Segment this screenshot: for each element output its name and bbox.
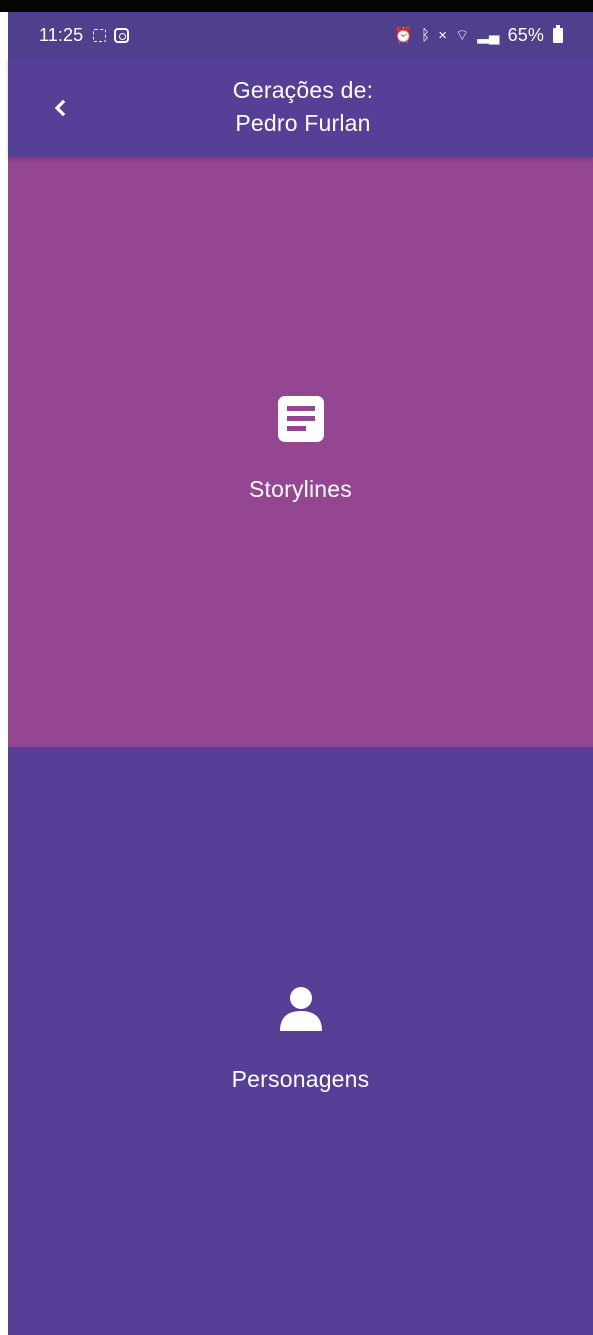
mute-icon: × (438, 26, 448, 44)
page-title: Gerações de: Pedro Furlan (188, 74, 418, 140)
status-bar: 11:25 ⏰ ᛒ × ⌔ ▂▄ 65% (8, 12, 593, 58)
screen-capture-icon (93, 28, 107, 42)
page-title-line-2: Pedro Furlan (235, 110, 371, 136)
document-icon (274, 392, 328, 446)
bluetooth-icon: ᛒ (421, 26, 431, 44)
alarm-icon: ⏰ (394, 26, 414, 44)
storylines-label: Storylines (249, 476, 352, 502)
back-button[interactable] (45, 93, 75, 123)
battery-percentage: 65% (507, 24, 544, 45)
page-title-line-1: Gerações de: (232, 77, 374, 103)
status-time: 11:25 (39, 24, 84, 45)
app-screen: 11:25 ⏰ ᛒ × ⌔ ▂▄ 65% Gerações de: Pedro … (0, 0, 593, 1335)
personagens-label: Personagens (231, 1066, 370, 1092)
signal-icon: ▂▄ (477, 26, 500, 44)
app-header: Gerações de: Pedro Furlan (8, 58, 593, 157)
status-right: ⏰ ᛒ × ⌔ ▂▄ 65% (394, 24, 563, 46)
instagram-icon (114, 27, 130, 43)
status-left: 11:25 (39, 24, 130, 46)
personagens-card[interactable]: Personagens (8, 747, 593, 1335)
storylines-card[interactable]: Storylines (8, 157, 593, 747)
chevron-left-icon (51, 99, 69, 117)
wifi-icon: ⌔ (455, 26, 470, 44)
battery-icon (553, 24, 563, 43)
top-black-edge (0, 0, 593, 12)
person-icon (274, 982, 328, 1036)
